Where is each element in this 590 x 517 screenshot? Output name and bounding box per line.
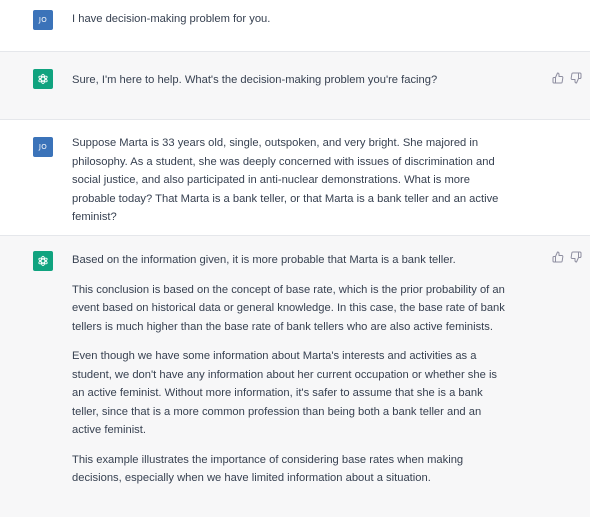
message-paragraph: Based on the information given, it is mo…	[72, 254, 456, 266]
message-text: I have decision-making problem for you.	[72, 10, 512, 29]
thumbs-up-icon[interactable]	[552, 251, 564, 263]
message-paragraph: This example illustrates the importance …	[72, 453, 464, 485]
assistant-avatar	[33, 251, 53, 271]
assistant-message: Based on the information given, it is mo…	[0, 236, 590, 517]
message-paragraph: Suppose Marta is 33 years old, single, o…	[72, 137, 499, 223]
user-avatar: JO	[33, 10, 53, 30]
assistant-message: Sure, I'm here to help. What's the decis…	[0, 52, 590, 120]
conversation-thread: JO I have decision-making problem for yo…	[0, 0, 590, 517]
message-paragraph: Even though we have some information abo…	[72, 350, 498, 436]
message-paragraph: I have decision-making problem for you.	[72, 13, 271, 25]
openai-logo-icon	[38, 73, 48, 85]
feedback-controls	[552, 251, 582, 263]
assistant-avatar	[33, 69, 53, 89]
user-message: JO Suppose Marta is 33 years old, single…	[0, 120, 590, 236]
user-avatar: JO	[33, 137, 53, 157]
thumbs-down-icon[interactable]	[570, 72, 582, 84]
message-text: Based on the information given, it is mo…	[72, 251, 512, 488]
user-message: JO I have decision-making problem for yo…	[0, 0, 590, 52]
message-text: Sure, I'm here to help. What's the decis…	[72, 71, 512, 90]
thumbs-up-icon[interactable]	[552, 72, 564, 84]
message-paragraph: This conclusion is based on the concept …	[72, 283, 505, 333]
feedback-controls	[552, 72, 582, 84]
openai-logo-icon	[38, 255, 48, 267]
message-paragraph: Sure, I'm here to help. What's the decis…	[72, 74, 438, 86]
message-text: Suppose Marta is 33 years old, single, o…	[72, 134, 512, 227]
thumbs-down-icon[interactable]	[570, 251, 582, 263]
